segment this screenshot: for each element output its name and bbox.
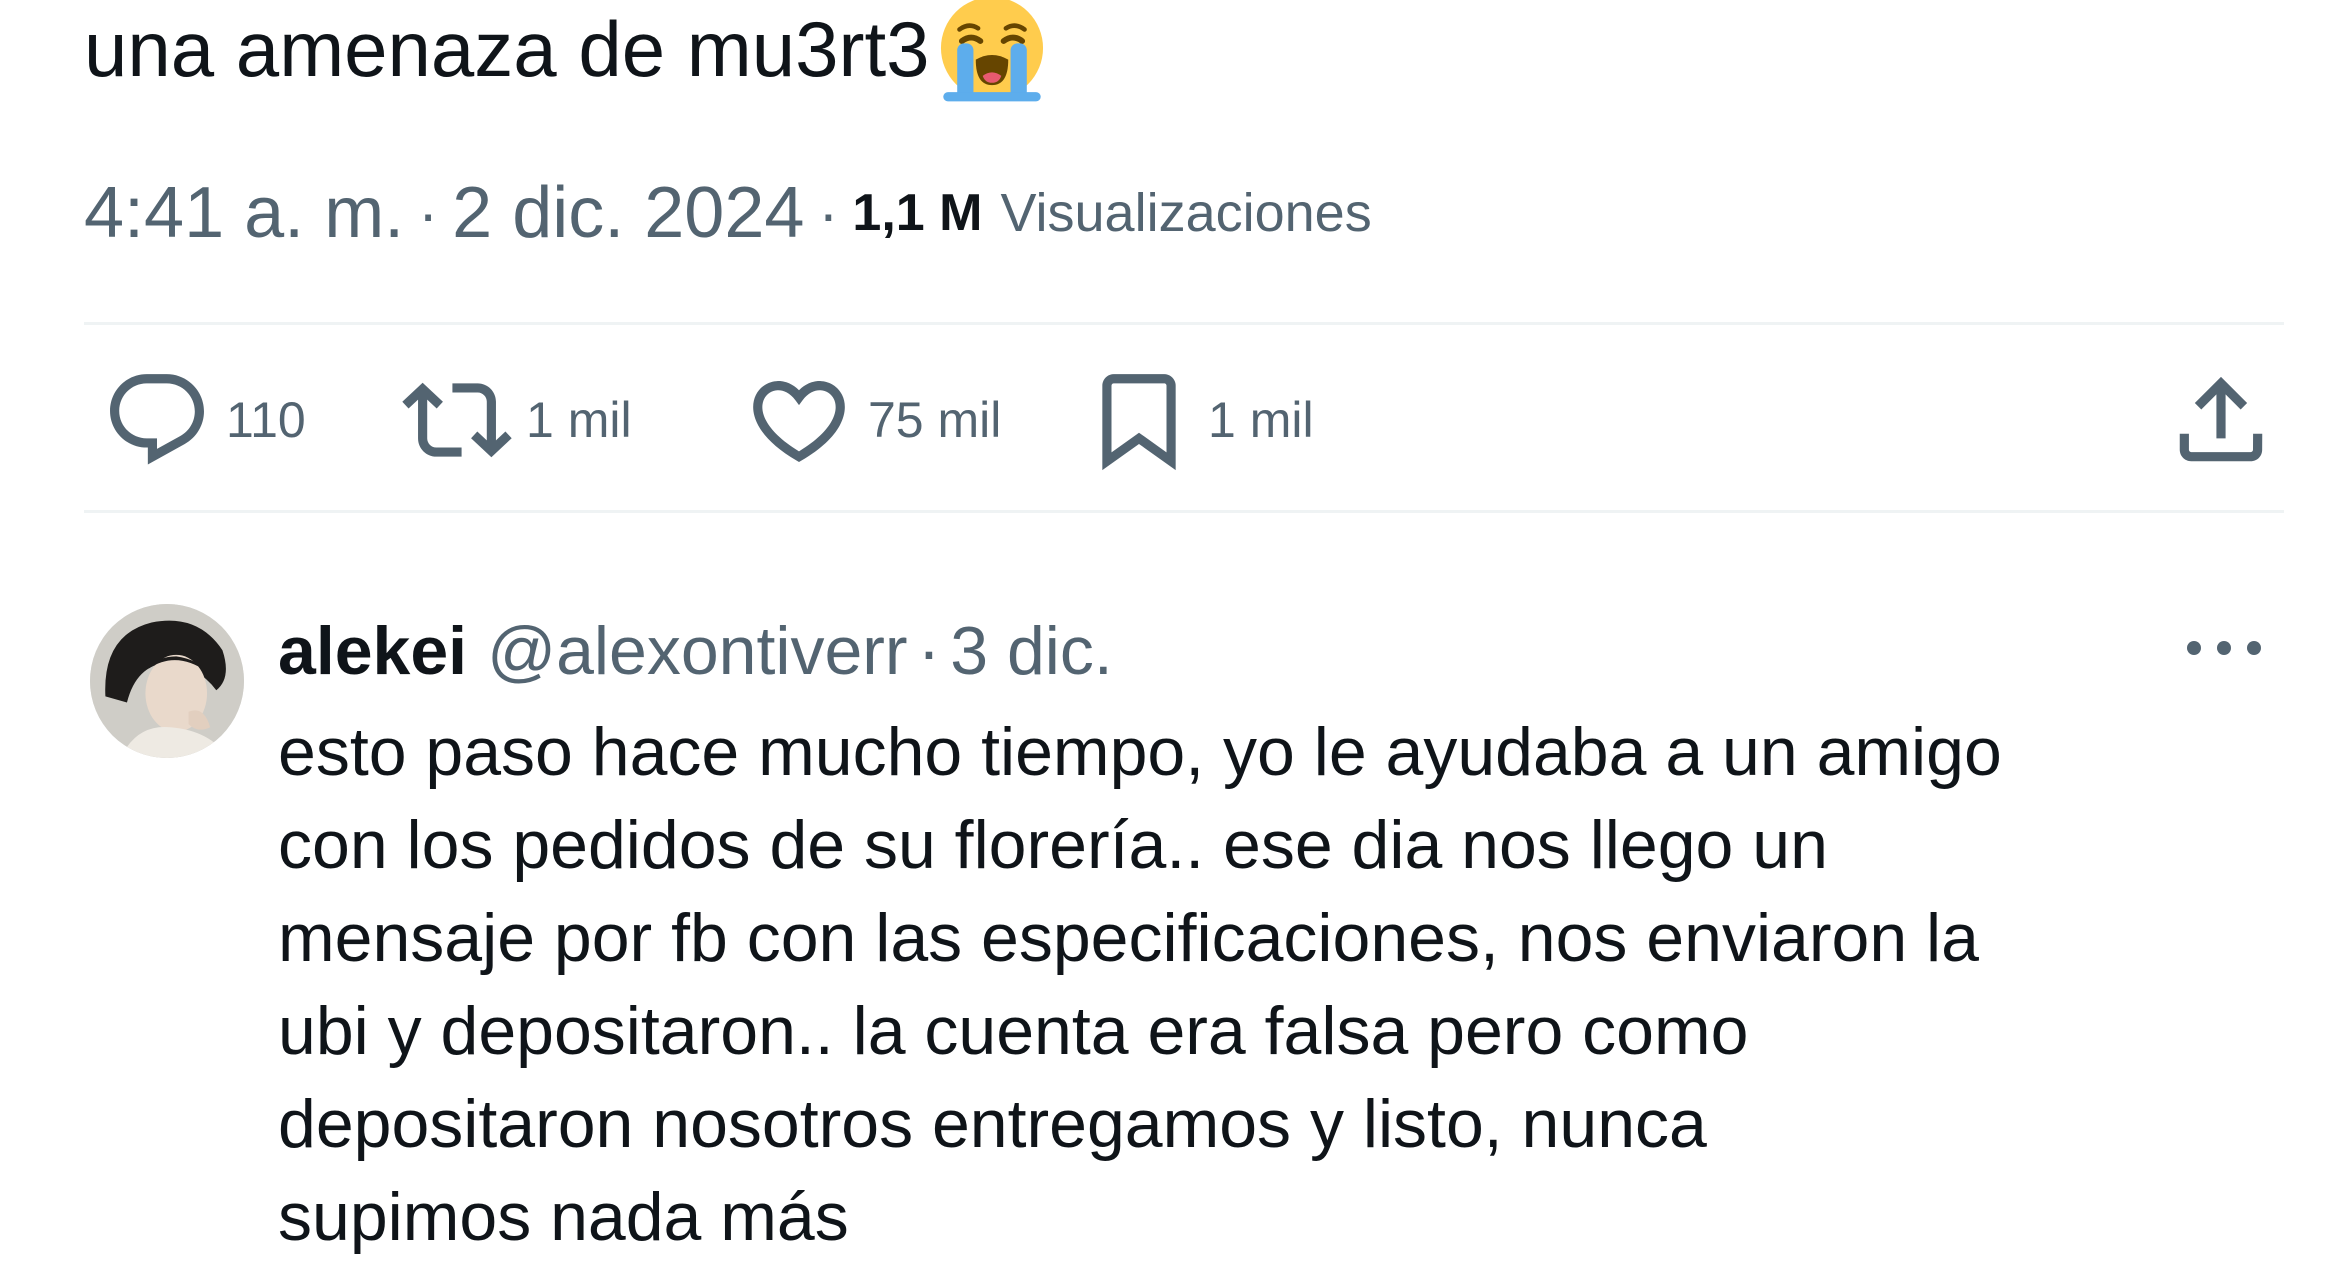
tweet-text-content: una amenaza de mu3rt3 bbox=[84, 5, 930, 93]
heart-icon bbox=[753, 381, 845, 462]
reply-tweet[interactable]: alekei @alexontiverr · 3 dic. esto paso … bbox=[84, 596, 2284, 1255]
more-options-button[interactable] bbox=[2174, 618, 2274, 678]
bookmark-icon bbox=[1102, 374, 1176, 471]
retweet-button[interactable]: 1 mil bbox=[402, 360, 632, 480]
meta-separator: · bbox=[818, 179, 839, 247]
reply-count: 110 bbox=[226, 392, 306, 448]
reply-text-line: con los pedidos de su florería.. ese dia… bbox=[278, 807, 1828, 883]
reply-text-line: depositaron nosotros entregamos y listo,… bbox=[278, 1086, 1707, 1162]
like-count: 75 mil bbox=[868, 392, 1002, 448]
avatar[interactable] bbox=[90, 604, 244, 758]
tweet-text: una amenaza de mu3rt3 bbox=[84, 0, 1050, 106]
reply-text-line: ubi y depositaron.. la cuenta era falsa … bbox=[278, 993, 1749, 1069]
retweet-count: 1 mil bbox=[526, 392, 632, 448]
share-button[interactable] bbox=[2166, 360, 2276, 480]
more-options-icon bbox=[2187, 641, 2261, 655]
reply-author-name[interactable]: alekei bbox=[278, 612, 467, 690]
tweet-date[interactable]: 2 dic. 2024 bbox=[452, 172, 804, 254]
reply-button[interactable]: 110 bbox=[102, 360, 306, 480]
divider-top bbox=[84, 322, 2284, 325]
loudly-crying-face-emoji-icon bbox=[940, 0, 1043, 102]
reply-author-handle[interactable]: @alexontiverr bbox=[487, 612, 908, 690]
retweet-icon bbox=[402, 382, 512, 458]
like-button[interactable]: 75 mil bbox=[744, 360, 1001, 480]
reply-bubble-icon bbox=[110, 374, 204, 465]
reply-date[interactable]: 3 dic. bbox=[950, 612, 1113, 690]
tweet-time[interactable]: 4:41 a. m. bbox=[84, 172, 404, 254]
action-bar: 110 1 mil 75 mil 1 mil bbox=[84, 360, 2284, 480]
reply-header: alekei @alexontiverr · 3 dic. bbox=[278, 596, 1113, 706]
avatar-photo bbox=[90, 604, 244, 758]
divider-bottom bbox=[84, 510, 2284, 513]
meta-separator: · bbox=[418, 179, 439, 247]
views-label: Visualizaciones bbox=[1000, 183, 1372, 243]
bookmark-count: 1 mil bbox=[1208, 392, 1314, 448]
reply-text-line: mensaje por fb con las especificaciones,… bbox=[278, 900, 1979, 976]
views-count: 1,1 M bbox=[852, 184, 983, 242]
share-upload-icon bbox=[2179, 376, 2263, 462]
tweet-meta: 4:41 a. m. · 2 dic. 2024 · 1,1 M Visuali… bbox=[84, 168, 1372, 258]
reply-text-line: esto paso hace mucho tiempo, yo le ayuda… bbox=[278, 714, 2002, 790]
reply-text: esto paso hace mucho tiempo, yo le ayuda… bbox=[278, 706, 2288, 1264]
bookmark-button[interactable]: 1 mil bbox=[1084, 360, 1314, 480]
reply-text-line: supimos nada más bbox=[278, 1179, 849, 1255]
reply-separator: · bbox=[917, 613, 941, 689]
